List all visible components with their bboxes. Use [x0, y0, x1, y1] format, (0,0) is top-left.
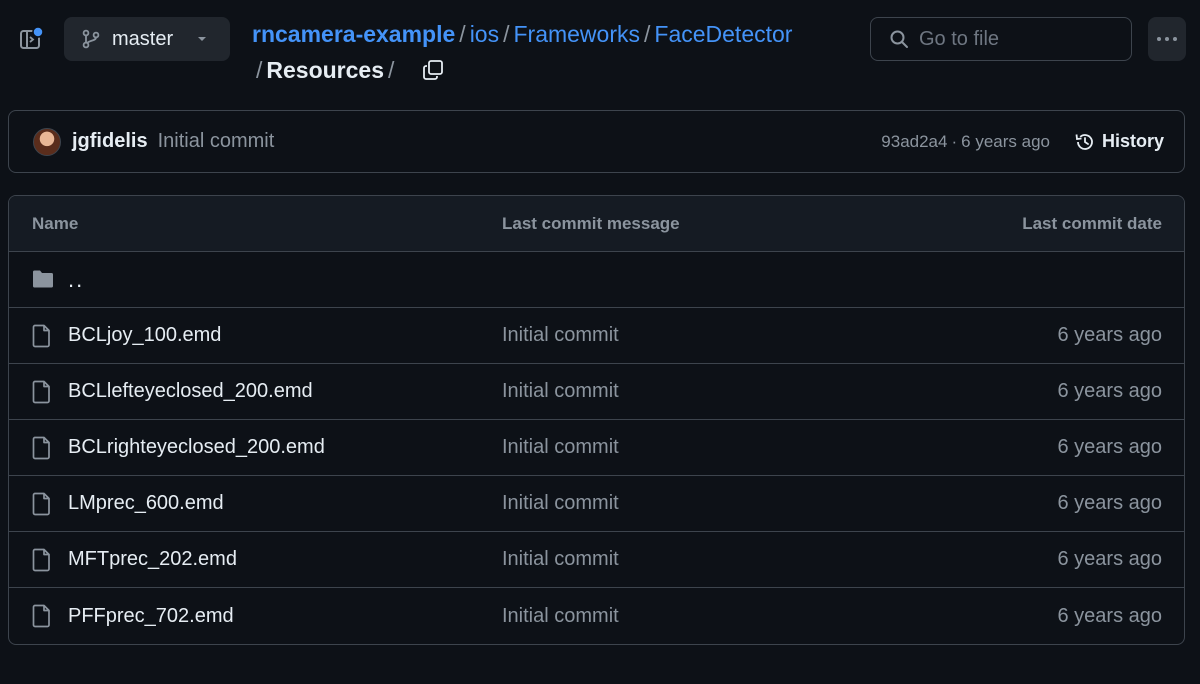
history-label: History	[1101, 131, 1164, 151]
branch-name: master	[112, 27, 174, 50]
search-icon	[890, 30, 908, 48]
breadcrumb-repo-link[interactable]: rncamera-example	[252, 21, 455, 47]
file-commit-date: 6 years ago	[1057, 380, 1162, 402]
file-icon	[32, 548, 52, 572]
breadcrumb-link-frameworks[interactable]: Frameworks	[513, 21, 640, 47]
copy-icon	[423, 60, 444, 80]
file-icon	[32, 604, 52, 628]
file-name-link[interactable]: LMprec_600.emd	[68, 492, 224, 515]
file-commit-message-link[interactable]: Initial commit	[502, 605, 619, 628]
branch-selector-button[interactable]: master	[64, 17, 230, 61]
table-row[interactable]: PFFprec_702.emd Initial commit 6 years a…	[9, 588, 1184, 644]
column-header-name: Name	[32, 213, 79, 233]
file-icon	[32, 492, 52, 516]
copy-path-button[interactable]	[422, 59, 444, 81]
table-row[interactable]: BCLlefteyeclosed_200.emd Initial commit …	[9, 364, 1184, 420]
go-to-file-search[interactable]	[870, 17, 1132, 61]
commit-message[interactable]: Initial commit	[158, 130, 275, 153]
chevron-down-icon	[196, 35, 208, 43]
breadcrumb-link-facedetector[interactable]: FaceDetector	[654, 21, 792, 47]
file-name-link[interactable]: BCLrighteyeclosed_200.emd	[68, 436, 325, 459]
history-button[interactable]: History	[1074, 131, 1164, 153]
git-branch-icon	[82, 29, 100, 49]
latest-commit-bar: jgfidelis Initial commit 93ad2a4 · 6 yea…	[8, 110, 1185, 173]
file-commit-date: 6 years ago	[1057, 324, 1162, 346]
more-options-button[interactable]	[1148, 17, 1186, 61]
file-commit-date: 6 years ago	[1057, 492, 1162, 514]
commit-sha[interactable]: 93ad2a4	[881, 132, 947, 152]
file-icon	[32, 436, 52, 460]
file-table: Name Last commit message Last commit dat…	[8, 195, 1185, 645]
column-header-date: Last commit date	[1022, 213, 1162, 233]
file-icon	[32, 380, 52, 404]
file-commit-message-link[interactable]: Initial commit	[502, 436, 619, 459]
file-commit-message-link[interactable]: Initial commit	[502, 492, 619, 515]
sidebar-expand-icon	[20, 26, 44, 49]
table-header: Name Last commit message Last commit dat…	[9, 196, 1184, 252]
table-row[interactable]: MFTprec_202.emd Initial commit 6 years a…	[9, 532, 1184, 588]
breadcrumb-link-ios[interactable]: ios	[470, 21, 499, 47]
go-to-file-input[interactable]	[919, 27, 1119, 51]
commit-time: 6 years ago	[961, 131, 1050, 151]
breadcrumb: rncamera-example / ios / Frameworks / FaceDete…	[252, 16, 852, 88]
file-commit-date: 6 years ago	[1057, 548, 1162, 570]
table-row[interactable]: BCLrighteyeclosed_200.emd Initial commit…	[9, 420, 1184, 476]
parent-directory-link[interactable]: ..	[68, 267, 84, 293]
table-row[interactable]: LMprec_600.emd Initial commit 6 years ag…	[9, 476, 1184, 532]
table-row[interactable]: BCLjoy_100.emd Initial commit 6 years ag…	[9, 308, 1184, 364]
commit-meta: 93ad2a4 · 6 years ago History	[881, 131, 1164, 153]
parent-directory-row[interactable]: ..	[9, 252, 1184, 308]
author-avatar[interactable]	[33, 127, 61, 156]
file-commit-date: 6 years ago	[1057, 436, 1162, 458]
breadcrumb-current-folder: Resources	[266, 57, 385, 83]
file-tree-toggle-button[interactable]	[12, 20, 50, 58]
file-commit-message-link[interactable]: Initial commit	[502, 380, 619, 403]
file-commit-date: 6 years ago	[1057, 604, 1162, 627]
file-name-link[interactable]: BCLjoy_100.emd	[68, 324, 221, 347]
meta-separator: ·	[951, 131, 958, 151]
folder-icon	[32, 268, 54, 290]
file-name-link[interactable]: PFFprec_702.emd	[68, 605, 234, 628]
file-icon	[32, 324, 52, 348]
file-commit-message-link[interactable]: Initial commit	[502, 548, 619, 571]
file-name-link[interactable]: MFTprec_202.emd	[68, 548, 237, 571]
kebab-horizontal-icon	[1157, 37, 1177, 41]
commit-author[interactable]: jgfidelis	[72, 130, 148, 153]
repo-header: master rncamera-example / ios / Frameworks / F…	[0, 0, 1200, 100]
file-commit-message-link[interactable]: Initial commit	[502, 324, 619, 347]
file-name-link[interactable]: BCLlefteyeclosed_200.emd	[68, 380, 313, 403]
column-header-message: Last commit message	[502, 213, 680, 233]
history-icon	[1075, 133, 1093, 150]
